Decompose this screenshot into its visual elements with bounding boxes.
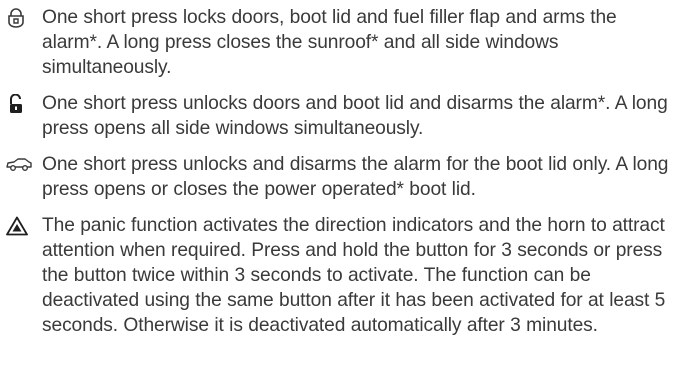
list-item-panic: The panic function activates the directi… xyxy=(6,213,681,338)
list-item-boot-lid: One short press unlocks and disarms the … xyxy=(6,152,681,202)
boot-lid-description: One short press unlocks and disarms the … xyxy=(42,154,669,200)
car-boot-icon xyxy=(6,152,42,174)
lock-description: One short press locks doors, boot lid an… xyxy=(42,7,617,78)
lock-icon xyxy=(6,5,42,28)
remote-key-function-list: One short press locks doors, boot lid an… xyxy=(0,0,685,373)
unlock-description: One short press unlocks doors and boot l… xyxy=(42,93,668,139)
panic-description: The panic function activates the directi… xyxy=(42,215,666,336)
list-item-lock: One short press locks doors, boot lid an… xyxy=(6,5,681,80)
warning-triangle-icon xyxy=(6,213,42,235)
list-item-unlock: One short press unlocks doors and boot l… xyxy=(6,91,681,141)
unlock-icon xyxy=(6,91,42,113)
